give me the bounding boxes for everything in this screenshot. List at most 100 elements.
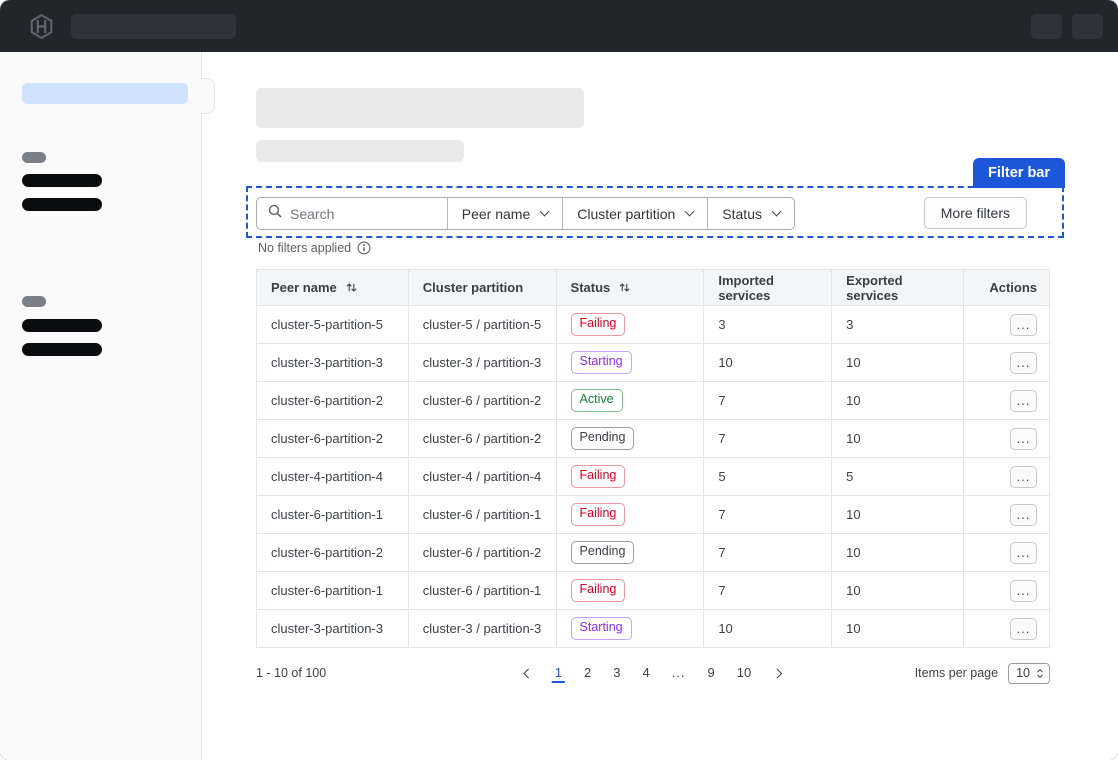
table-header-row: Peer nameCluster partition Status Imported… [257,270,1050,306]
peer-name-cell: cluster-3-partition-3 [257,344,409,382]
pager: 1234... 9 10 [513,664,793,683]
exported-services-cell: 3 [832,306,964,344]
next-page-button[interactable] [762,664,793,683]
sort-icon [345,281,358,294]
sidebar-section-label-placeholder [22,152,46,163]
status-cell: Failing [556,458,704,496]
status-badge: Failing [571,313,626,336]
column-header-cluster-partition: Cluster partition [408,270,556,306]
sidebar-collapse-handle[interactable] [201,78,215,114]
items-per-page-label: Items per page [915,666,998,680]
status-cell: Failing [556,306,704,344]
actions-cell: ... [964,610,1050,648]
table-row: cluster-6-partition-2cluster-6 / partiti… [257,534,1050,572]
row-actions-button[interactable]: ... [1010,390,1037,412]
column-label: Actions [989,280,1037,295]
search-input[interactable] [290,206,436,222]
peer-name-cell: cluster-6-partition-1 [257,572,409,610]
status-badge: Failing [571,465,626,488]
sidebar-item-placeholder[interactable] [22,319,102,332]
actions-cell: ... [964,344,1050,382]
filter-dropdowns: Peer name Cluster partition Status [447,198,794,229]
row-actions-button[interactable]: ... [1010,580,1037,602]
table-body: cluster-5-partition-5cluster-5 / partiti… [257,306,1050,648]
status-badge: Failing [571,503,626,526]
info-icon[interactable] [357,241,371,255]
status-cell: Pending [556,420,704,458]
page-button-3[interactable]: 3 [610,664,623,683]
exported-services-cell: 10 [832,496,964,534]
sidebar-item-placeholder[interactable] [22,198,102,211]
imported-services-cell: 7 [704,572,832,610]
actions-cell: ... [964,382,1050,420]
page-list: 1234... 9 10 [544,664,762,683]
status-cell: Pending [556,534,704,572]
column-header-status[interactable]: Status [556,270,704,306]
table-row: cluster-6-partition-2cluster-6 / partiti… [257,420,1050,458]
table-row: cluster-4-partition-4cluster-4 / partiti… [257,458,1050,496]
filter-dropdown-status[interactable]: Status [707,198,794,229]
exported-services-cell: 10 [832,344,964,382]
dropdown-label: Peer name [462,206,530,222]
row-actions-button[interactable]: ... [1010,466,1037,488]
row-actions-button[interactable]: ... [1010,428,1037,450]
pagination-bar: 1 - 10 of 100 1234...910 Items per page … [256,659,1050,687]
row-actions-button[interactable]: ... [1010,504,1037,526]
items-per-page-select[interactable]: 10 [1008,663,1050,684]
table-row: cluster-5-partition-5cluster-5 / partiti… [257,306,1050,344]
chevron-down-icon [772,207,782,217]
imported-services-cell: 7 [704,496,832,534]
status-cell: Starting [556,610,704,648]
previous-page-button[interactable] [513,664,544,683]
row-actions-button[interactable]: ... [1010,352,1037,374]
column-header-actions: Actions [964,270,1050,306]
dropdown-label: Cluster partition [577,206,675,222]
more-filters-button[interactable]: More filters [924,197,1027,229]
page-button-2[interactable]: 2 [581,664,594,683]
search-icon [268,204,282,223]
table-row: cluster-6-partition-1cluster-6 / partiti… [257,496,1050,534]
peer-name-cell: cluster-4-partition-4 [257,458,409,496]
page-button-1[interactable]: 1 [552,664,565,683]
cluster-partition-cell: cluster-6 / partition-1 [408,572,556,610]
filters-applied-status: No filters applied [258,241,371,255]
exported-services-cell: 10 [832,382,964,420]
status-badge: Starting [571,617,632,640]
chevron-right-icon [773,668,783,678]
main-content: Filter bar Peer nameCluster partitionSta… [202,52,1118,760]
exported-services-cell: 10 [832,420,964,458]
exported-services-cell: 10 [832,534,964,572]
page-ellipsis: ... [669,664,689,683]
cluster-partition-cell: cluster-6 / partition-2 [408,534,556,572]
column-header-peer-name[interactable]: Peer name [257,270,409,306]
cluster-partition-cell: cluster-5 / partition-5 [408,306,556,344]
page-button-10[interactable]: 10 [734,664,754,683]
sort-icon [618,281,631,294]
row-actions-button[interactable]: ... [1010,618,1037,640]
hashicorp-logo-icon [28,13,55,40]
column-header-exported-services: Exported services [832,270,964,306]
page-button-9[interactable]: 9 [705,664,718,683]
filter-dropdown-cluster-partition[interactable]: Cluster partition [562,198,707,229]
peer-name-cell: cluster-6-partition-2 [257,534,409,572]
imported-services-cell: 7 [704,534,832,572]
actions-cell: ... [964,572,1050,610]
column-header-imported-services: Imported services [704,270,832,306]
table-row: cluster-3-partition-3cluster-3 / partiti… [257,610,1050,648]
filter-dropdown-peer-name[interactable]: Peer name [447,198,562,229]
chevron-down-icon [685,207,695,217]
sidebar-active-item-placeholder[interactable] [22,83,188,104]
table-row: cluster-6-partition-2cluster-6 / partiti… [257,382,1050,420]
nav-action-placeholder [1031,14,1062,39]
app-window: Filter bar Peer nameCluster partitionSta… [0,0,1118,760]
page-button-4[interactable]: 4 [639,664,652,683]
sidebar-item-placeholder[interactable] [22,174,102,187]
search-field[interactable] [257,198,447,229]
row-actions-button[interactable]: ... [1010,314,1037,336]
page-title-placeholder [256,88,584,128]
cluster-partition-cell: cluster-6 / partition-1 [408,496,556,534]
row-actions-button[interactable]: ... [1010,542,1037,564]
sidebar-item-placeholder[interactable] [22,343,102,356]
column-label: Status [571,280,611,295]
peer-name-cell: cluster-5-partition-5 [257,306,409,344]
